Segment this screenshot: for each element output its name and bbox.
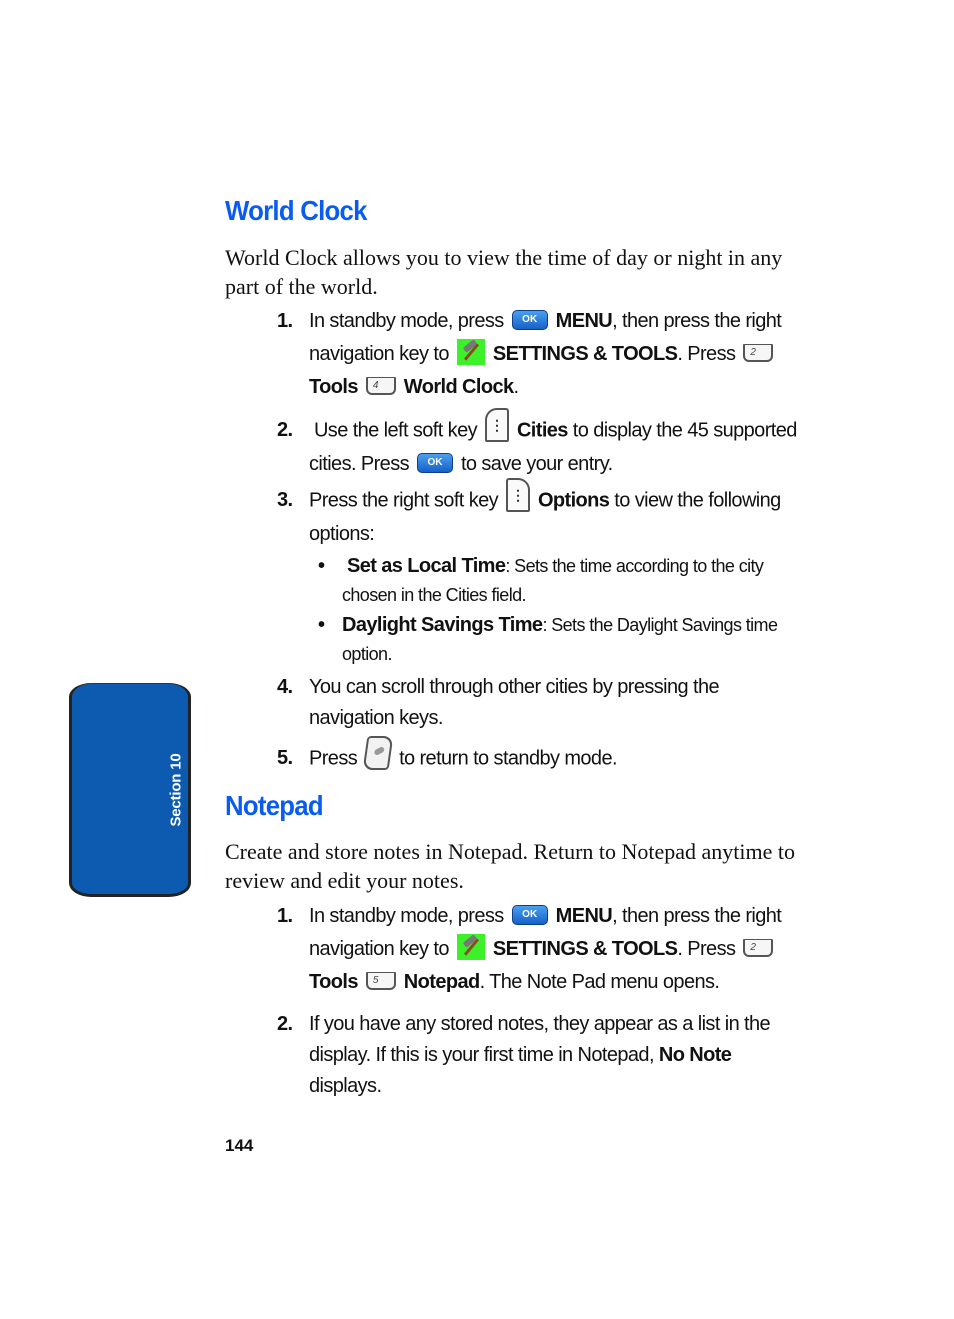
world-clock-step-4: 4. You can scroll through other cities b…	[277, 672, 807, 734]
manual-page: Section 10 World Clock World Clock allow…	[0, 0, 954, 1319]
world-clock-step-1: 1. In standby mode, press OK MENU, then …	[277, 305, 807, 404]
ok-key-icon: OK	[416, 452, 453, 473]
notepad-step-2: 2. If you have any stored notes, they ap…	[277, 1009, 807, 1102]
world-clock-intro: World Clock allows you to view the time …	[225, 245, 783, 299]
step-number: 1.	[277, 905, 293, 927]
step-number: 4.	[277, 676, 293, 698]
settings-tools-icon	[456, 933, 485, 960]
option-set-as-local-time: • Set as Local Time: Sets the time accor…	[318, 552, 788, 610]
option-daylight-savings-time: • Daylight Savings Time: Sets the Daylig…	[318, 611, 788, 669]
ok-key-icon: OK	[511, 309, 548, 330]
key-4-icon: 4	[365, 376, 396, 395]
notepad-heading: Notepad	[225, 790, 324, 821]
ok-key-icon: OK	[511, 904, 548, 925]
world-clock-heading: World Clock	[225, 195, 367, 226]
key-5-icon: 5	[365, 971, 396, 990]
notepad-intro: Create and store notes in Notepad. Retur…	[225, 839, 796, 893]
key-2-icon: 2	[743, 938, 774, 957]
world-clock-step-5: 5. Press to return to standby mode.	[277, 736, 807, 776]
left-soft-key-icon: ⋮	[484, 408, 509, 442]
world-clock-step-2: 2. Use the left soft key ⋮ Cities to dis…	[277, 408, 807, 481]
bullet-icon: •	[318, 555, 325, 577]
step-number: 1.	[277, 310, 293, 332]
step-number: 3.	[277, 489, 293, 511]
page-number: 144	[225, 1136, 254, 1155]
step-number: 2.	[277, 1013, 293, 1035]
world-clock-step-3: 3. Press the right soft key ⋮ Options to…	[277, 478, 807, 551]
bullet-icon: •	[318, 614, 325, 636]
end-key-icon	[362, 736, 394, 770]
right-soft-key-icon: ⋮	[506, 478, 530, 512]
step-number: 2.	[277, 419, 293, 441]
section-tab-label: Section 10	[167, 753, 185, 827]
key-2-icon: 2	[743, 343, 774, 362]
step-number: 5.	[277, 747, 293, 769]
settings-tools-icon	[456, 338, 485, 365]
notepad-step-1: 1. In standby mode, press OK MENU, then …	[277, 900, 807, 999]
